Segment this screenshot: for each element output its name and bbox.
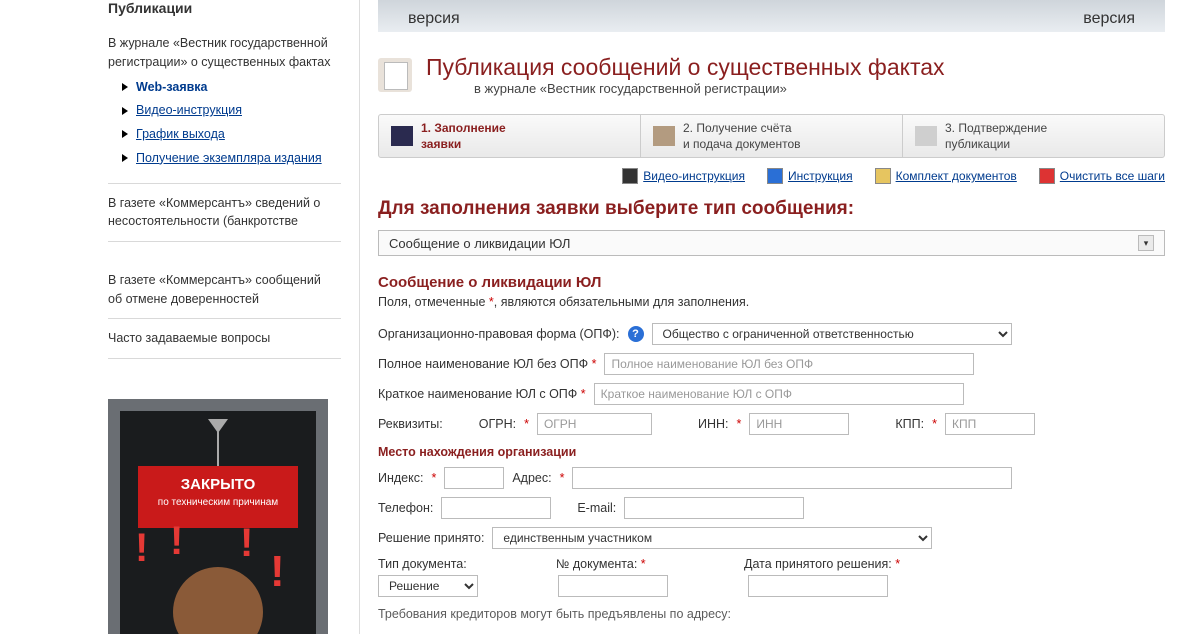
address-label: Адрес: [512, 471, 551, 485]
chevron-right-icon [122, 83, 128, 91]
chevron-right-icon [122, 130, 128, 138]
inn-label: ИНН: [698, 417, 729, 431]
top-banner: версия версия [378, 0, 1165, 32]
steps-nav: 1. Заполнение заявки 2. Получение счёта … [378, 114, 1165, 158]
inn-input[interactable] [749, 413, 849, 435]
sidebar-item-video[interactable]: Видео-инструкция [122, 101, 341, 120]
help-links: Видео-инструкция Инструкция Комплект док… [378, 168, 1165, 184]
step-3[interactable]: 3. Подтверждение публикации [903, 115, 1164, 157]
sidebar-block-bankrupt[interactable]: В газете «Коммерсантъ» сведений о несост… [108, 184, 341, 243]
footer-cut-text: Требования кредиторов могут быть предъяв… [378, 607, 1165, 621]
docs-icon [875, 168, 891, 184]
sidebar-block-journal: В журнале «Вестник государственной регис… [108, 24, 341, 184]
step-1[interactable]: 1. Заполнение заявки [379, 115, 641, 157]
sidebar-item-web[interactable]: Web-заявка [122, 78, 341, 97]
help-link-clear[interactable]: Очистить все шаги [1039, 168, 1165, 184]
help-link-video[interactable]: Видео-инструкция [622, 168, 745, 184]
sidebar-block-powerofatt[interactable]: В газете «Коммерсантъ» сообщений об отме… [108, 242, 341, 319]
document-icon [378, 58, 412, 92]
video-icon [622, 168, 638, 184]
subsection-title: Сообщение о ликвидации ЮЛ [378, 274, 1165, 291]
doc-date-label: Дата принятого решения: * [744, 557, 900, 571]
sidebar-item-label[interactable]: Web-заявка [136, 78, 208, 97]
sidebar-item-label[interactable]: Получение экземпляра издания [136, 149, 322, 168]
address-heading: Место нахождения организации [378, 445, 1165, 459]
email-input[interactable] [624, 497, 804, 519]
exclaim-icon: ! [270, 547, 285, 597]
page-title: Публикация сообщений о существенных факт… [426, 54, 945, 81]
newspaper-icon [915, 126, 937, 146]
message-type-select[interactable]: Сообщение о ликвидации ЮЛ ▾ [378, 230, 1165, 256]
short-name-label: Краткое наименование ЮЛ с ОПФ * [378, 387, 586, 401]
doc-num-input[interactable] [558, 575, 668, 597]
doc-type-label: Тип документа: [378, 557, 548, 571]
main-content: версия версия Публикация сообщений о сущ… [360, 0, 1183, 634]
phone-input[interactable] [441, 497, 551, 519]
requisites-label: Реквизиты: [378, 417, 443, 431]
sidebar-block-faq[interactable]: Часто задаваемые вопросы [108, 319, 341, 359]
full-name-input[interactable] [604, 353, 974, 375]
decision-select[interactable]: единственным участником [492, 527, 932, 549]
help-link-manual[interactable]: Инструкция [767, 168, 853, 184]
exclaim-icon: ! [240, 521, 253, 566]
sidebar-item-label[interactable]: Видео-инструкция [136, 101, 242, 120]
application-form: Организационно-правовая форма (ОПФ): ? О… [378, 323, 1165, 621]
avatar-head [173, 567, 263, 634]
step-2[interactable]: 2. Получение счёта и подача документов [641, 115, 903, 157]
clear-icon [1039, 168, 1055, 184]
required-note: Поля, отмеченные *, являются обязательны… [378, 295, 1165, 309]
kpp-input[interactable] [945, 413, 1035, 435]
address-input[interactable] [572, 467, 1012, 489]
help-tooltip-icon[interactable]: ? [628, 326, 644, 342]
decision-label: Решение принято: [378, 531, 484, 545]
doc-date-input[interactable] [748, 575, 888, 597]
opf-select[interactable]: Общество с ограниченной ответственностью [652, 323, 1012, 345]
doc-type-select[interactable]: Решение [378, 575, 478, 597]
sidebar-item-label[interactable]: График выхода [136, 125, 225, 144]
doc-num-label: № документа: * [556, 557, 736, 571]
help-link-docs[interactable]: Комплект документов [875, 168, 1017, 184]
exclaim-icon: ! [135, 526, 148, 571]
kpp-label: КПП: [895, 417, 924, 431]
closed-sign: ЗАКРЫТО по техническим причинам [138, 466, 298, 528]
sidebar-heading: Публикации [108, 0, 341, 16]
laptop-icon [391, 126, 413, 146]
ogrn-label: ОГРН: [479, 417, 516, 431]
email-label: E-mail: [577, 501, 616, 515]
sidebar-item-copy[interactable]: Получение экземпляра издания [122, 149, 341, 168]
form-heading: Для заполнения заявки выберите тип сообщ… [378, 198, 1165, 220]
short-name-input[interactable] [594, 383, 964, 405]
chevron-down-icon: ▾ [1138, 235, 1154, 251]
page-subtitle: в журнале «Вестник государственной регис… [474, 81, 945, 96]
full-name-label: Полное наименование ЮЛ без ОПФ * [378, 357, 596, 371]
help-icon [767, 168, 783, 184]
closed-banner: ЗАКРЫТО по техническим причинам ! ! ! ! [108, 399, 328, 634]
exclaim-icon: ! [170, 519, 183, 564]
index-input[interactable] [444, 467, 504, 489]
chevron-right-icon [122, 107, 128, 115]
opf-label: Организационно-правовая форма (ОПФ): [378, 327, 620, 341]
calculator-icon [653, 126, 675, 146]
sidebar: Публикации В журнале «Вестник государств… [0, 0, 360, 634]
sidebar-item-schedule[interactable]: График выхода [122, 125, 341, 144]
phone-label: Телефон: [378, 501, 433, 515]
chevron-right-icon [122, 154, 128, 162]
index-label: Индекс: [378, 471, 423, 485]
ogrn-input[interactable] [537, 413, 652, 435]
